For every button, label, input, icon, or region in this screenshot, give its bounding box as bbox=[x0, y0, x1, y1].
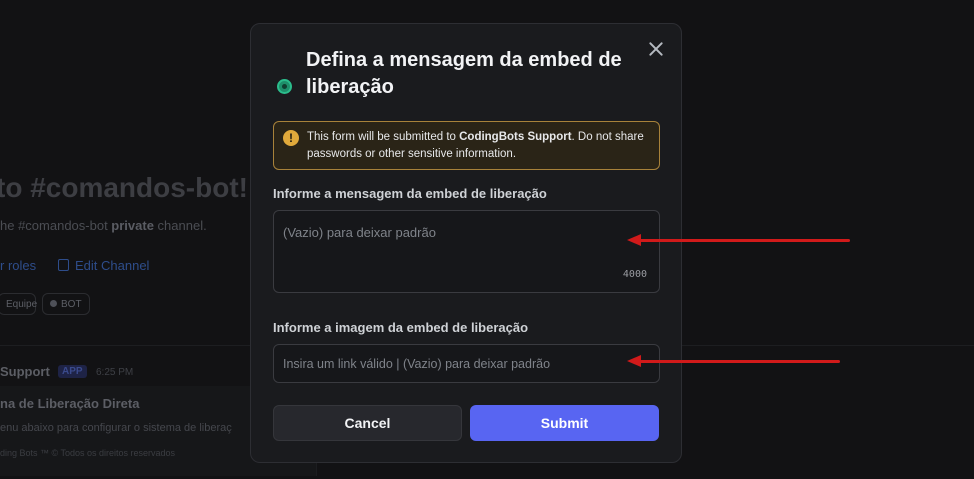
warning-notice: ! This form will be submitted to CodingB… bbox=[273, 121, 660, 170]
embed-title: na de Liberação Direta bbox=[0, 396, 140, 411]
edit-channel-link[interactable]: Edit Channel bbox=[58, 258, 149, 273]
warning-icon: ! bbox=[283, 130, 299, 146]
image-url-placeholder: Insira um link válido | (Vazio) para dei… bbox=[283, 357, 551, 371]
welcome-title: to #comandos-bot! bbox=[0, 172, 248, 203]
app-avatar-icon bbox=[277, 79, 292, 94]
message-field-label: Informe a mensagem da embed de liberação bbox=[273, 186, 547, 201]
message-timestamp: 6:25 PM bbox=[96, 367, 134, 378]
character-counter: 4000 bbox=[622, 269, 647, 280]
image-url-input[interactable]: Insira um link válido | (Vazio) para dei… bbox=[273, 344, 660, 383]
message-textarea[interactable]: (Vazio) para deixar padrão 4000 bbox=[273, 210, 660, 293]
roles-link[interactable]: r roles bbox=[0, 258, 36, 273]
message-author[interactable]: Support bbox=[0, 364, 50, 379]
warning-text: This form will be submitted to CodingBot… bbox=[307, 131, 644, 160]
tag-equipe[interactable]: Equipe bbox=[0, 293, 37, 315]
annotation-arrow-head bbox=[627, 355, 641, 367]
form-modal: Defina a mensagem da embed de liberação … bbox=[250, 23, 682, 463]
app-badge: APP bbox=[58, 365, 87, 378]
pencil-icon bbox=[58, 259, 69, 271]
close-icon[interactable] bbox=[645, 38, 667, 60]
image-field-label: Informe a imagem da embed de liberação bbox=[273, 320, 529, 335]
message-placeholder: (Vazio) para deixar padrão bbox=[283, 225, 436, 240]
submit-button[interactable]: Submit bbox=[470, 405, 659, 441]
annotation-arrow-shaft bbox=[640, 360, 840, 363]
cancel-button[interactable]: Cancel bbox=[273, 405, 462, 441]
modal-title: Defina a mensagem da embed de liberação bbox=[306, 49, 622, 98]
bot-dot-icon bbox=[50, 300, 57, 307]
embed-description: enu abaixo para configurar o sistema de … bbox=[0, 422, 232, 434]
annotation-arrow-head bbox=[627, 234, 641, 246]
embed-footer: ding Bots ™ © Todos os direitos reservad… bbox=[0, 448, 176, 458]
tag-bot[interactable]: BOT bbox=[42, 293, 90, 315]
welcome-subtitle: he #comandos-bot private channel. bbox=[0, 218, 207, 233]
annotation-arrow-shaft bbox=[640, 239, 850, 242]
